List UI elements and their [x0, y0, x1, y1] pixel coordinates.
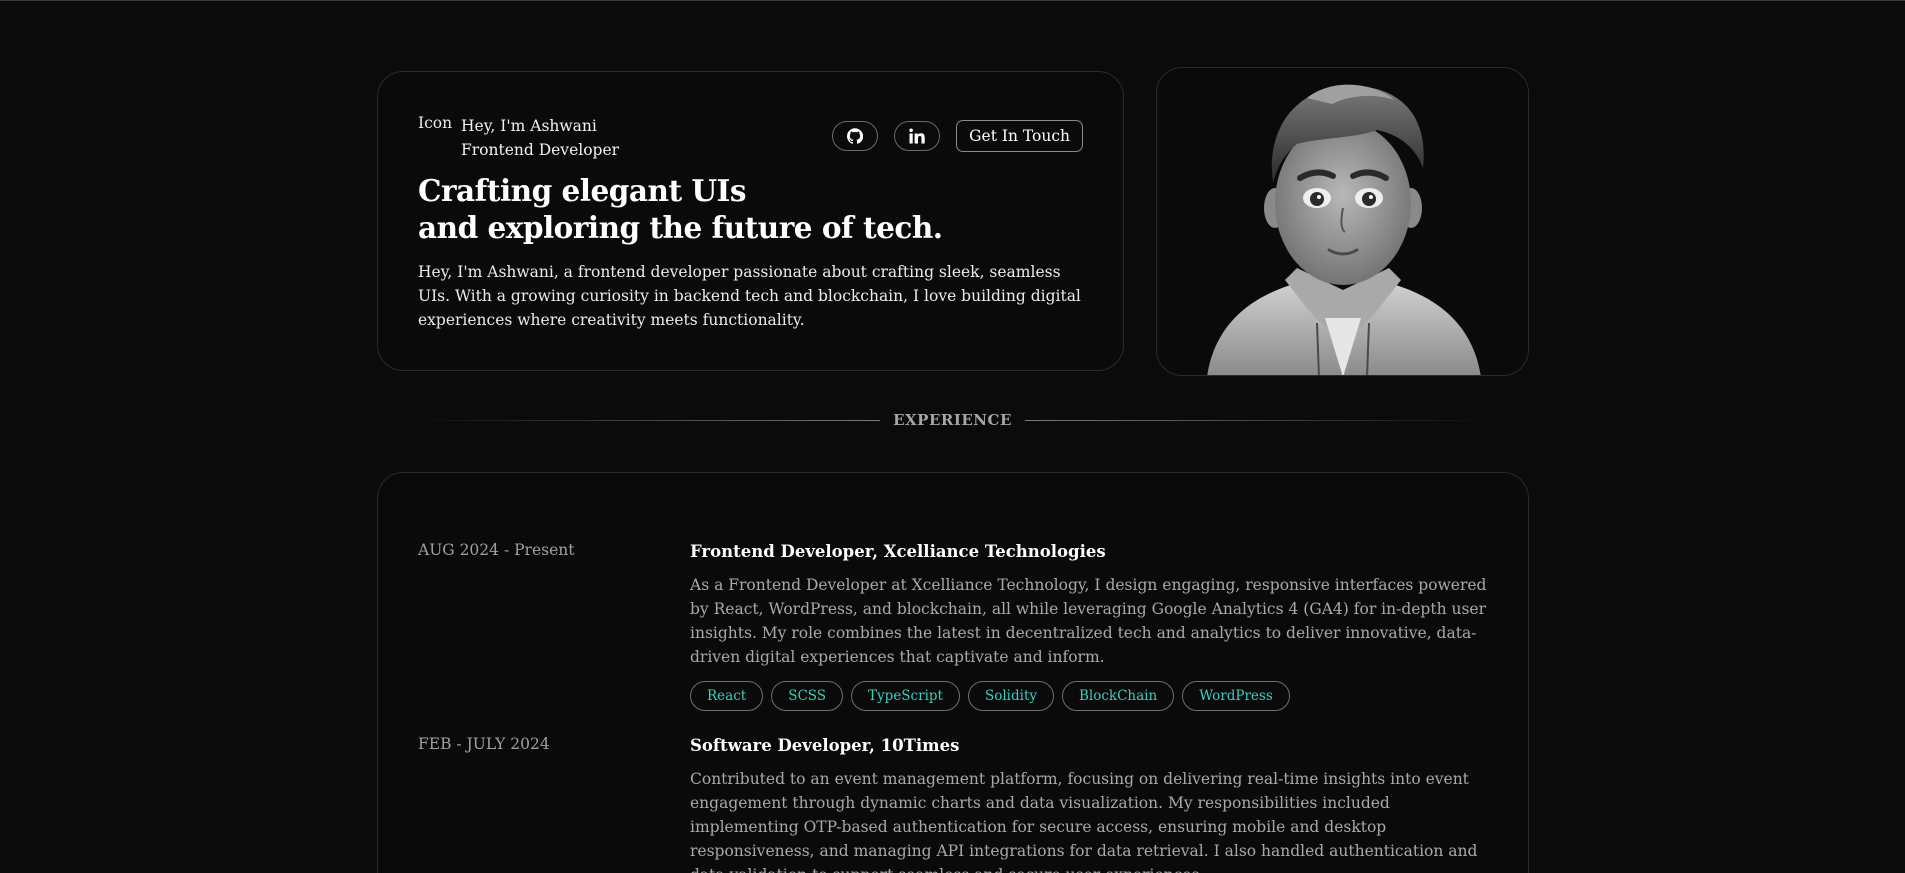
- skill-tag: Solidity: [967, 681, 1054, 711]
- experience-divider: EXPERIENCE: [410, 410, 1495, 432]
- hero-description: Hey, I'm Ashwani, a frontend developer p…: [418, 263, 1081, 329]
- avatar-card: [1156, 67, 1529, 376]
- github-icon: [847, 128, 864, 144]
- greeting-text: Hey, I'm Ashwani: [461, 117, 597, 135]
- experience-description: Contributed to an event management platf…: [690, 770, 1478, 873]
- hero-headline: Crafting elegant UIs and exploring the f…: [418, 172, 943, 246]
- experience-date: AUG 2024 - Present: [418, 541, 575, 559]
- intro-card: Icon Hey, I'm Ashwani Frontend Developer…: [377, 71, 1124, 371]
- experience-title: Software Developer, 10Times: [690, 736, 960, 755]
- skill-tag: React: [690, 681, 764, 711]
- experience-title: Frontend Developer, Xcelliance Technolog…: [690, 542, 1106, 561]
- avatar-illustration: [1207, 84, 1481, 375]
- skill-tags: React SCSS TypeScript Solidity BlockChai…: [690, 681, 1490, 711]
- logo-placeholder: Icon: [418, 114, 453, 132]
- intro-lines: Hey, I'm Ashwani Frontend Developer: [461, 114, 619, 162]
- linkedin-icon: [909, 128, 925, 144]
- experience-card: AUG 2024 - Present Frontend Developer, X…: [377, 472, 1529, 873]
- skill-tag: WordPress: [1182, 681, 1290, 711]
- headline-line-1: Crafting elegant UIs: [418, 173, 746, 208]
- github-button[interactable]: [832, 121, 879, 151]
- intro-header: Icon Hey, I'm Ashwani Frontend Developer: [418, 114, 619, 162]
- skill-tag: TypeScript: [851, 681, 960, 711]
- experience-date: FEB - JULY 2024: [418, 735, 550, 753]
- experience-body: Software Developer, 10Times Contributed …: [690, 735, 1490, 873]
- experience-description: As a Frontend Developer at Xcelliance Te…: [690, 576, 1487, 666]
- social-actions: Get In Touch: [832, 120, 1083, 152]
- headline-line-2: and exploring the future of tech.: [418, 210, 943, 245]
- divider-line-right: [1025, 420, 1495, 421]
- get-in-touch-button[interactable]: Get In Touch: [956, 120, 1083, 152]
- role-text: Frontend Developer: [461, 141, 620, 159]
- skill-tag: BlockChain: [1062, 681, 1175, 711]
- skill-tag: SCSS: [771, 681, 844, 711]
- experience-body: Frontend Developer, Xcelliance Technolog…: [690, 541, 1490, 711]
- linkedin-button[interactable]: [894, 121, 941, 151]
